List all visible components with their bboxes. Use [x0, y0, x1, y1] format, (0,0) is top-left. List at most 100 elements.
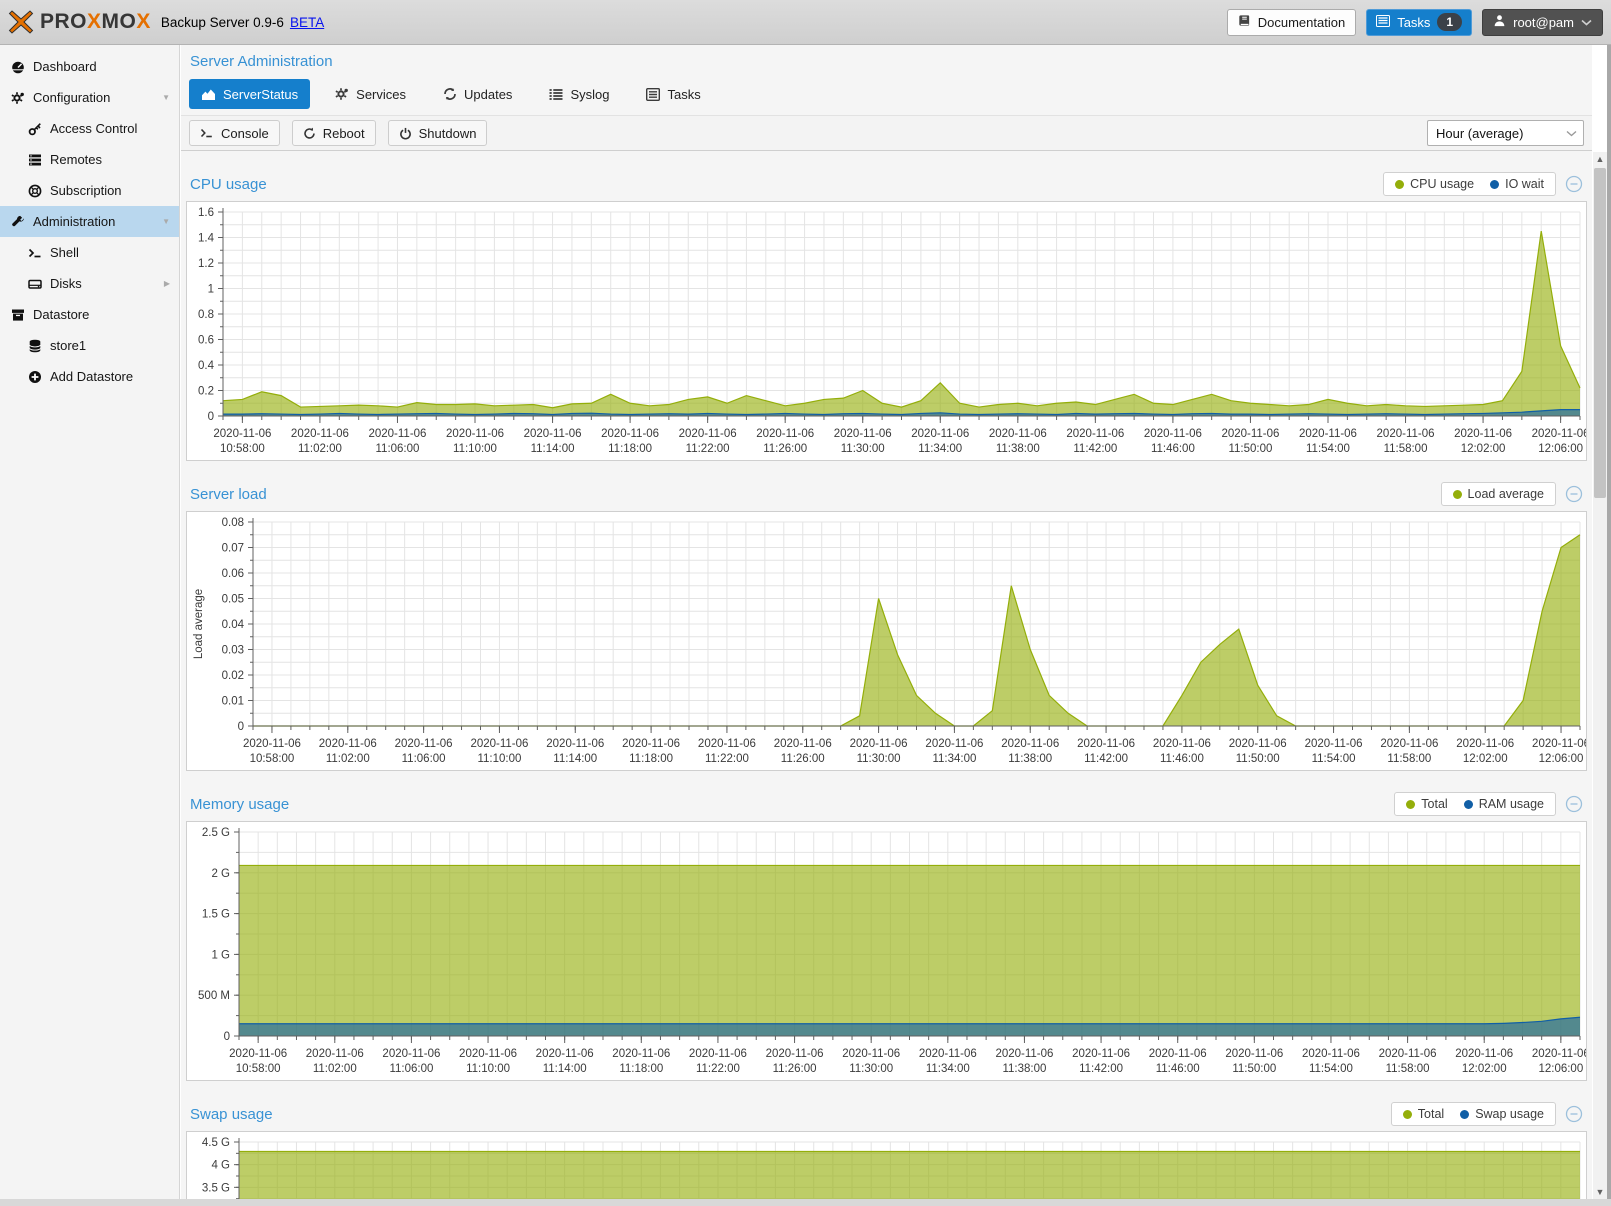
reboot-button[interactable]: Reboot: [292, 120, 376, 146]
svg-text:11:06:00: 11:06:00: [402, 753, 446, 765]
shutdown-button[interactable]: Shutdown: [388, 120, 488, 146]
tab-services[interactable]: Services: [323, 79, 418, 109]
beta-link[interactable]: BETA: [290, 15, 324, 30]
scroll-up-icon[interactable]: ▲: [1593, 152, 1607, 166]
svg-text:11:10:00: 11:10:00: [453, 443, 497, 455]
chevron-down-icon[interactable]: ▼: [162, 93, 170, 102]
sidebar-item-dashboard[interactable]: Dashboard: [0, 51, 179, 82]
svg-text:2020-11-06: 2020-11-06: [1072, 1048, 1130, 1060]
svg-text:2020-11-06: 2020-11-06: [698, 738, 756, 750]
brand-wordmark: PROXMOX: [40, 10, 151, 34]
svg-text:11:14:00: 11:14:00: [543, 1063, 587, 1075]
svg-text:2020-11-06: 2020-11-06: [306, 1048, 364, 1060]
user-menu-button[interactable]: root@pam: [1482, 9, 1603, 36]
archive-box-icon: [10, 308, 25, 322]
legend-swatch: [1460, 1110, 1469, 1119]
svg-text:11:02:00: 11:02:00: [298, 443, 342, 455]
svg-text:2020-11-06: 2020-11-06: [536, 1048, 594, 1060]
tab-tasks[interactable]: Tasks: [634, 79, 712, 109]
collapse-icon[interactable]: [1565, 795, 1583, 813]
svg-text:2020-11-06: 2020-11-06: [1456, 738, 1514, 750]
legend-swatch: [1490, 180, 1499, 189]
svg-text:2020-11-06: 2020-11-06: [1302, 1048, 1360, 1060]
timeframe-select[interactable]: Hour (average): [1427, 120, 1584, 146]
sidebar-item-access-control[interactable]: Access Control: [0, 113, 179, 144]
terminal-icon: [200, 127, 214, 139]
svg-text:1.6: 1.6: [198, 207, 214, 219]
svg-text:11:34:00: 11:34:00: [932, 753, 976, 765]
sidebar-item-shell[interactable]: Shell: [0, 237, 179, 268]
svg-text:0.6: 0.6: [198, 335, 214, 347]
sidebar-item-remotes[interactable]: Remotes: [0, 144, 179, 175]
collapse-icon[interactable]: [1565, 175, 1583, 193]
svg-text:2020-11-06: 2020-11-06: [1379, 1048, 1437, 1060]
legend-swatch: [1395, 180, 1404, 189]
svg-text:11:18:00: 11:18:00: [629, 753, 673, 765]
svg-text:2020-11-06: 2020-11-06: [1066, 428, 1124, 440]
svg-text:2020-11-06: 2020-11-06: [446, 428, 504, 440]
svg-text:11:10:00: 11:10:00: [466, 1063, 510, 1075]
svg-text:11:42:00: 11:42:00: [1079, 1063, 1123, 1075]
svg-text:10:58:00: 10:58:00: [250, 753, 295, 765]
legend-item[interactable]: Load average: [1453, 487, 1544, 501]
svg-text:11:06:00: 11:06:00: [389, 1063, 433, 1075]
legend-item[interactable]: Total: [1406, 797, 1447, 811]
svg-text:2020-11-06: 2020-11-06: [1229, 738, 1287, 750]
svg-text:0.04: 0.04: [222, 619, 245, 631]
svg-text:11:50:00: 11:50:00: [1228, 443, 1272, 455]
sidebar-item-datastore[interactable]: Datastore: [0, 299, 179, 330]
collapse-icon[interactable]: [1565, 485, 1583, 503]
memory-usage-chart-box: 0500 M1 G1.5 G2 G2.5 G2020-11-0610:58:00…: [186, 821, 1587, 1081]
sidebar-item-disks[interactable]: Disks ▶: [0, 268, 179, 299]
chevron-down-icon[interactable]: ▼: [162, 217, 170, 226]
cpu-usage-chart-box: 00.20.40.60.811.21.41.62020-11-0610:58:0…: [186, 201, 1587, 461]
svg-text:2020-11-06: 2020-11-06: [1532, 1048, 1586, 1060]
sidebar-item-configuration[interactable]: Configuration ▼: [0, 82, 179, 113]
panel-title: Memory usage: [190, 796, 289, 813]
svg-text:1.2: 1.2: [198, 258, 214, 270]
legend-item[interactable]: RAM usage: [1464, 797, 1544, 811]
svg-text:0.06: 0.06: [222, 568, 244, 580]
tab-syslog[interactable]: Syslog: [537, 79, 621, 109]
svg-text:0.2: 0.2: [198, 386, 214, 398]
svg-text:Load average: Load average: [193, 589, 205, 659]
svg-text:2020-11-06: 2020-11-06: [1380, 738, 1438, 750]
window-right-edge: [1607, 45, 1611, 1206]
svg-text:2020-11-06: 2020-11-06: [1221, 428, 1279, 440]
collapse-icon[interactable]: [1565, 1105, 1583, 1123]
chart-legend: CPU usage IO wait: [1383, 172, 1556, 196]
svg-text:11:50:00: 11:50:00: [1236, 753, 1280, 765]
swap-usage-panel: Swap usage Total Swap usage 0500 M1 G1.5…: [186, 1097, 1587, 1199]
scroll-down-icon[interactable]: ▼: [1593, 1185, 1607, 1199]
legend-item[interactable]: CPU usage: [1395, 177, 1474, 191]
svg-text:1 G: 1 G: [211, 949, 230, 961]
panel-title: Swap usage: [190, 1106, 273, 1123]
tab-updates[interactable]: Updates: [431, 79, 524, 109]
legend-item[interactable]: Total: [1403, 1107, 1444, 1121]
sidebar-item-add-datastore[interactable]: Add Datastore: [0, 361, 179, 392]
svg-text:11:54:00: 11:54:00: [1312, 753, 1356, 765]
console-button[interactable]: Console: [189, 120, 280, 146]
undo-arrow-icon: [303, 127, 316, 140]
sidebar-item-store1[interactable]: store1: [0, 330, 179, 361]
tab-serverstatus[interactable]: ServerStatus: [189, 79, 310, 109]
svg-text:2020-11-06: 2020-11-06: [229, 1048, 287, 1060]
documentation-button[interactable]: Documentation: [1227, 9, 1356, 36]
svg-text:2020-11-06: 2020-11-06: [1153, 738, 1211, 750]
cpu-usage-chart: 00.20.40.60.811.21.41.62020-11-0610:58:0…: [187, 202, 1586, 460]
svg-text:2020-11-06: 2020-11-06: [213, 428, 271, 440]
sidebar-item-administration[interactable]: Administration ▼: [0, 206, 179, 237]
legend-item[interactable]: IO wait: [1490, 177, 1544, 191]
legend-item[interactable]: Swap usage: [1460, 1107, 1544, 1121]
svg-text:2020-11-06: 2020-11-06: [766, 1048, 824, 1060]
key-icon: [27, 122, 42, 136]
scrollbar-thumb[interactable]: [1594, 168, 1606, 498]
svg-text:11:14:00: 11:14:00: [553, 753, 597, 765]
svg-text:12:02:00: 12:02:00: [1463, 753, 1508, 765]
legend-swatch: [1403, 1110, 1412, 1119]
chevron-right-icon[interactable]: ▶: [164, 279, 170, 288]
svg-text:0: 0: [224, 1031, 230, 1043]
sidebar-item-subscription[interactable]: Subscription: [0, 175, 179, 206]
tasks-button[interactable]: Tasks 1: [1366, 9, 1472, 36]
vertical-scrollbar[interactable]: ▲ ▼: [1593, 152, 1607, 1199]
